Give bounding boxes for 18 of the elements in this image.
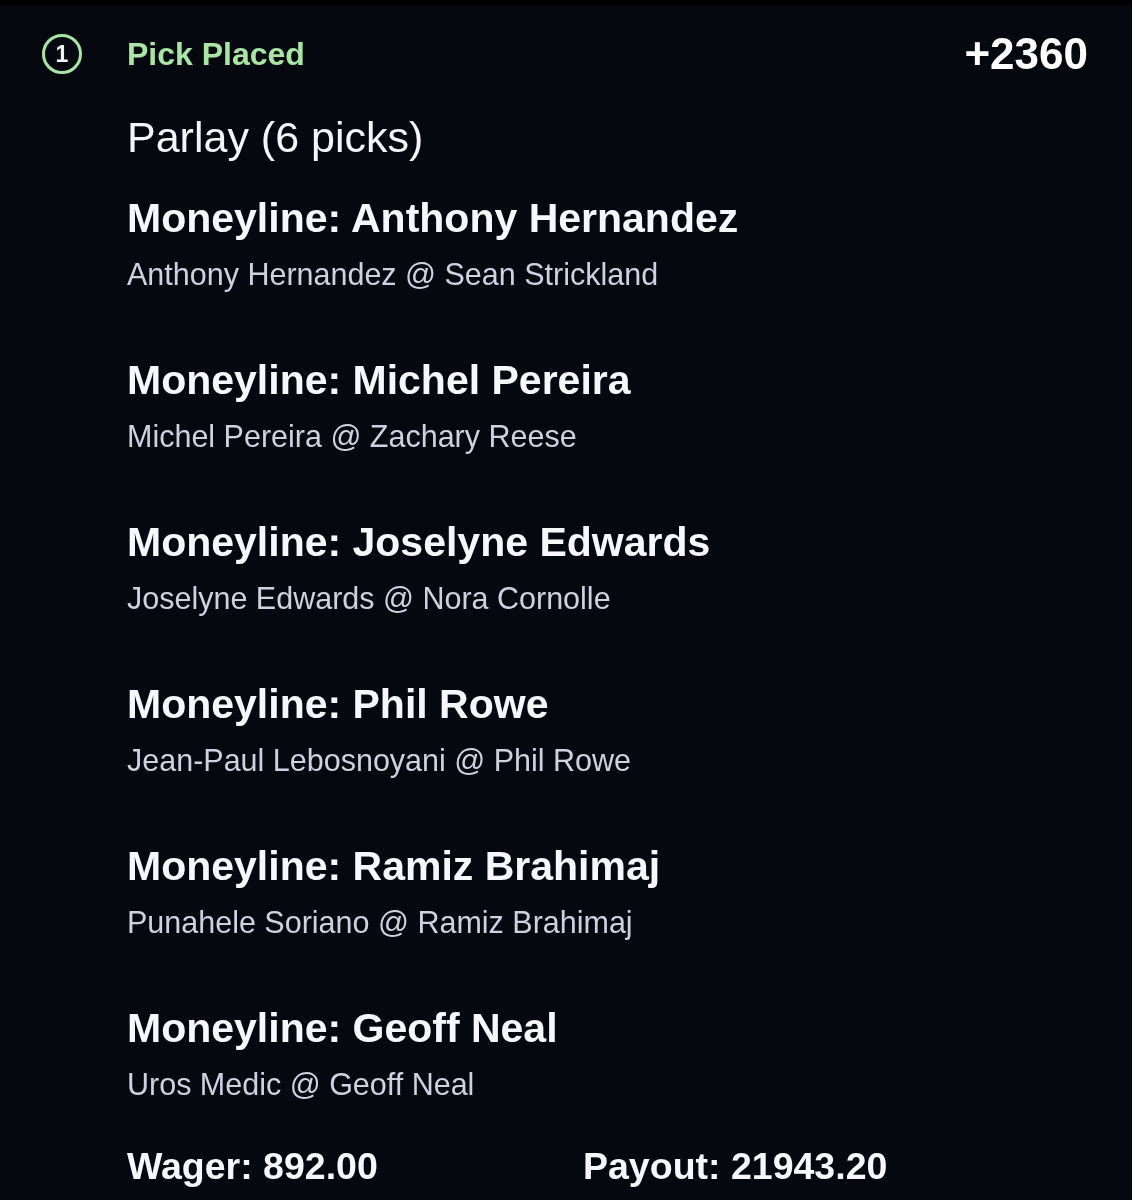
pick-matchup: Jean-Paul Lebosnoyani @ Phil Rowe xyxy=(127,742,631,778)
pick-market: Moneyline: Michel Pereira xyxy=(127,357,631,403)
wager-amount: Wager: 892.00 xyxy=(127,1146,378,1186)
payout-amount: Payout: 21943.20 xyxy=(583,1146,888,1186)
pick-matchup: Uros Medic @ Geoff Neal xyxy=(127,1066,475,1102)
pick-matchup: Anthony Hernandez @ Sean Strickland xyxy=(127,256,659,292)
pick-matchup: Joselyne Edwards @ Nora Cornolle xyxy=(127,580,611,616)
pick-market: Moneyline: Joselyne Edwards xyxy=(127,519,711,565)
step-number-badge: 1 xyxy=(42,34,82,74)
status-label: Pick Placed xyxy=(127,35,305,74)
pick-matchup: Michel Pereira @ Zachary Reese xyxy=(127,418,577,454)
bet-title: Parlay (6 picks) xyxy=(127,114,424,160)
pick-market: Moneyline: Phil Rowe xyxy=(127,681,549,727)
pick-market: Moneyline: Ramiz Brahimaj xyxy=(127,843,661,889)
pick-market: Moneyline: Geoff Neal xyxy=(127,1005,558,1051)
pick-market: Moneyline: Anthony Hernandez xyxy=(127,195,739,241)
pick-matchup: Punahele Soriano @ Ramiz Brahimaj xyxy=(127,904,633,940)
odds-value: +2360 xyxy=(964,29,1088,79)
